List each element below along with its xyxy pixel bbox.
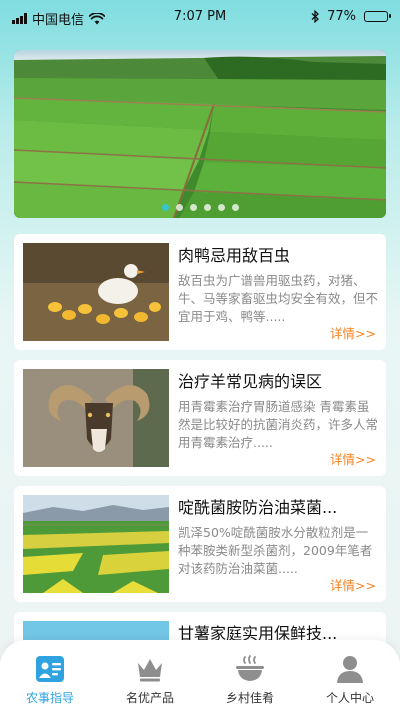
carousel-dot[interactable] <box>231 204 239 211</box>
carousel-dots <box>14 204 386 211</box>
details-link[interactable]: 详情>> <box>330 575 376 594</box>
status-bar: 中国电信 7:07 PM 77% <box>0 0 400 34</box>
details-link[interactable]: 详情>> <box>330 449 376 468</box>
article-title: 啶酰菌胺防治油菜菌... <box>178 498 338 517</box>
user-icon <box>334 653 366 685</box>
farming-guide-icon <box>34 653 66 685</box>
article-summary: 用青霉素治疗胃肠道感染 青霉素虽然是比较好的抗菌消炎药，许多人常用青霉素治疗..… <box>178 399 378 450</box>
details-link[interactable]: 详情>> <box>330 323 376 342</box>
article-summary: 敌百虫为广谱兽用驱虫药，对猪、牛、马等家畜驱虫均安全有效，但不宜用于鸡、鸭等..… <box>178 273 378 324</box>
battery-percent: 77% <box>327 9 356 24</box>
article-title: 肉鸭忌用敌百虫 <box>178 246 291 265</box>
article-card[interactable]: 啶酰菌胺防治油菜菌... 凯泽50%啶酰菌胺水分散粒剂是一种苯胺类新型杀菌剂，2… <box>14 486 386 602</box>
nav-label: 农事指导 <box>25 691 74 705</box>
nav-label: 名优产品 <box>125 691 174 705</box>
bottom-nav: 农事指导 名优产品 乡村佳肴 个人中心 <box>0 640 400 711</box>
farmland-image <box>14 50 386 218</box>
crown-icon <box>134 653 166 685</box>
nav-farming-guide[interactable]: 农事指导 <box>0 640 100 711</box>
carousel-dot[interactable] <box>203 204 211 211</box>
carousel-dot[interactable] <box>161 204 169 211</box>
rapeseed-field-image <box>23 495 169 593</box>
nav-featured-products[interactable]: 名优产品 <box>100 640 200 711</box>
article-card[interactable]: 肉鸭忌用敌百虫 敌百虫为广谱兽用驱虫药，对猪、牛、马等家畜驱虫均安全有效，但不宜… <box>14 234 386 350</box>
article-title: 治疗羊常见病的误区 <box>178 372 323 391</box>
article-summary: 凯泽50%啶酰菌胺水分散粒剂是一种苯胺类新型杀菌剂，2009年笔者对该药防治油菜… <box>178 525 373 576</box>
bluetooth-icon <box>311 10 320 23</box>
nav-label: 个人中心 <box>325 691 374 705</box>
carousel-dot[interactable] <box>175 204 183 211</box>
carousel-dot[interactable] <box>189 204 197 211</box>
nav-label: 乡村佳肴 <box>225 691 274 705</box>
carousel-dot[interactable] <box>217 204 225 211</box>
banner-carousel[interactable] <box>14 50 386 218</box>
battery-icon <box>364 11 391 22</box>
ducks-image <box>23 243 169 341</box>
bowl-icon <box>234 653 266 685</box>
ram-image <box>23 369 169 467</box>
nav-profile[interactable]: 个人中心 <box>300 640 400 711</box>
article-card[interactable]: 治疗羊常见病的误区 用青霉素治疗胃肠道感染 青霉素虽然是比较好的抗菌消炎药，许多… <box>14 360 386 476</box>
nav-village-cuisine[interactable]: 乡村佳肴 <box>200 640 300 711</box>
